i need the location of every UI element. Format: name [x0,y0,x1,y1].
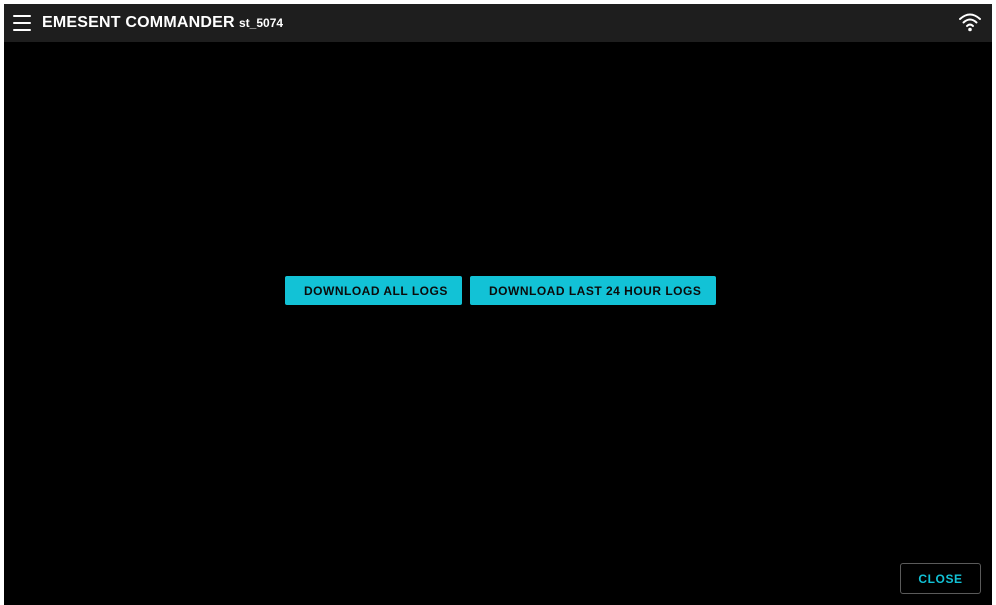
download-button-group: DOWNLOAD ALL LOGS DOWNLOAD LAST 24 HOUR … [285,276,716,305]
download-all-logs-button[interactable]: DOWNLOAD ALL LOGS [285,276,462,305]
app-title: EMESENT COMMANDER [42,14,235,31]
close-button[interactable]: CLOSE [900,563,981,594]
top-bar: EMESENT COMMANDER st_5074 [4,4,992,42]
hamburger-menu-icon[interactable] [13,15,31,31]
wifi-icon [959,13,981,32]
app-window: EMESENT COMMANDER st_5074 DOWNLOAD ALL L… [4,4,992,605]
device-id: st_5074 [239,16,284,30]
download-last-24-hour-logs-button[interactable]: DOWNLOAD LAST 24 HOUR LOGS [470,276,716,305]
